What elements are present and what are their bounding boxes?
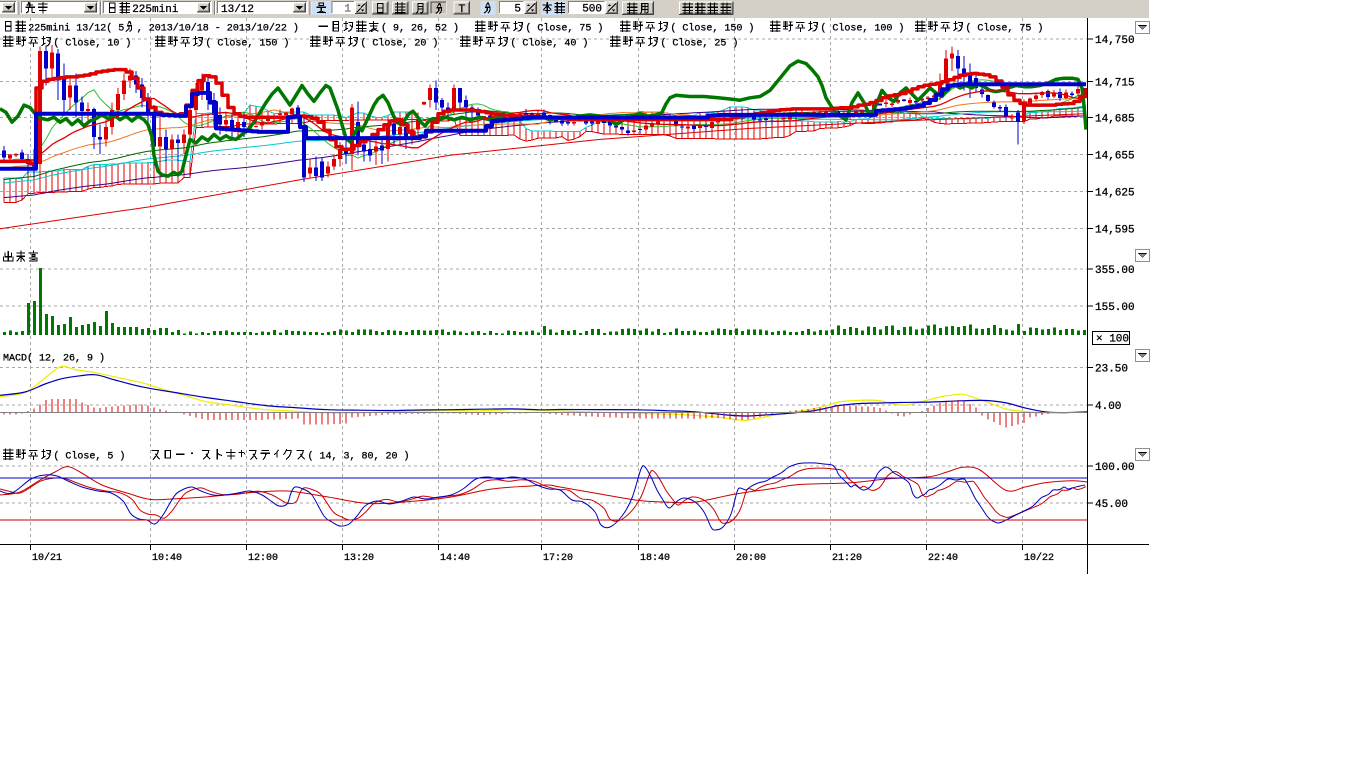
svg-text:13/12: 13/12	[221, 4, 254, 16]
svg-text:45.00: 45.00	[1095, 499, 1128, 511]
svg-text:13:20: 13:20	[344, 553, 374, 564]
svg-text:( Close, 5 ): ( Close, 5 )	[53, 451, 125, 463]
svg-text:( Close, 20 ): ( Close, 20 )	[360, 38, 438, 50]
svg-text:( Close, 10 ): ( Close, 10 )	[53, 38, 131, 50]
svg-text:12:00: 12:00	[248, 553, 278, 564]
svg-text:( Close, 40 ): ( Close, 40 )	[510, 38, 588, 50]
svg-text:14,655: 14,655	[1095, 151, 1135, 163]
svg-text:( Close, 25 ): ( Close, 25 )	[660, 38, 738, 50]
svg-text:14:40: 14:40	[440, 553, 470, 564]
svg-text:225mini 13/12( 5: 225mini 13/12( 5	[28, 23, 124, 35]
svg-text:22:40: 22:40	[928, 553, 958, 564]
svg-text:( Close, 150 ): ( Close, 150 )	[205, 38, 289, 50]
svg-text:155.00: 155.00	[1095, 302, 1135, 314]
svg-text:( Close, 100 ): ( Close, 100 )	[820, 23, 904, 35]
svg-text:MACD( 12, 26, 9 ): MACD( 12, 26, 9 )	[3, 353, 105, 365]
svg-text:14,625: 14,625	[1095, 188, 1135, 200]
svg-text:23.50: 23.50	[1095, 364, 1128, 376]
svg-text:× 100: × 100	[1096, 334, 1129, 346]
svg-text:17:20: 17:20	[543, 553, 573, 564]
svg-text:1: 1	[344, 4, 351, 16]
svg-text:4.00: 4.00	[1095, 401, 1121, 413]
svg-text:14,750: 14,750	[1095, 35, 1135, 47]
svg-text:225mini: 225mini	[132, 4, 179, 16]
svg-text:( 14, 3, 80, 20 ): ( 14, 3, 80, 20 )	[308, 451, 410, 463]
svg-text:T: T	[459, 3, 466, 15]
svg-text:355.00: 355.00	[1095, 265, 1135, 277]
svg-text:10:40: 10:40	[152, 553, 182, 564]
svg-text:20:00: 20:00	[736, 553, 766, 564]
svg-text:( Close, 75 ): ( Close, 75 )	[525, 23, 603, 35]
svg-text:100.00: 100.00	[1095, 462, 1135, 474]
svg-text:, 2013/10/18 - 2013/10/22 ): , 2013/10/18 - 2013/10/22 )	[137, 23, 299, 35]
svg-text:14,715: 14,715	[1095, 78, 1135, 90]
svg-text:10/21: 10/21	[32, 552, 62, 564]
svg-text:( 9, 26, 52 ): ( 9, 26, 52 )	[381, 23, 459, 35]
svg-text:14,595: 14,595	[1095, 225, 1135, 237]
svg-text:10/22: 10/22	[1024, 552, 1054, 564]
svg-text:( Close, 150 ): ( Close, 150 )	[670, 23, 754, 35]
svg-text:18:40: 18:40	[640, 553, 670, 564]
svg-text:5: 5	[514, 4, 521, 16]
svg-text:( Close, 75 ): ( Close, 75 )	[965, 23, 1043, 35]
svg-text:500: 500	[582, 4, 602, 16]
svg-text:21:20: 21:20	[832, 553, 862, 564]
svg-text:14,685: 14,685	[1095, 114, 1135, 126]
